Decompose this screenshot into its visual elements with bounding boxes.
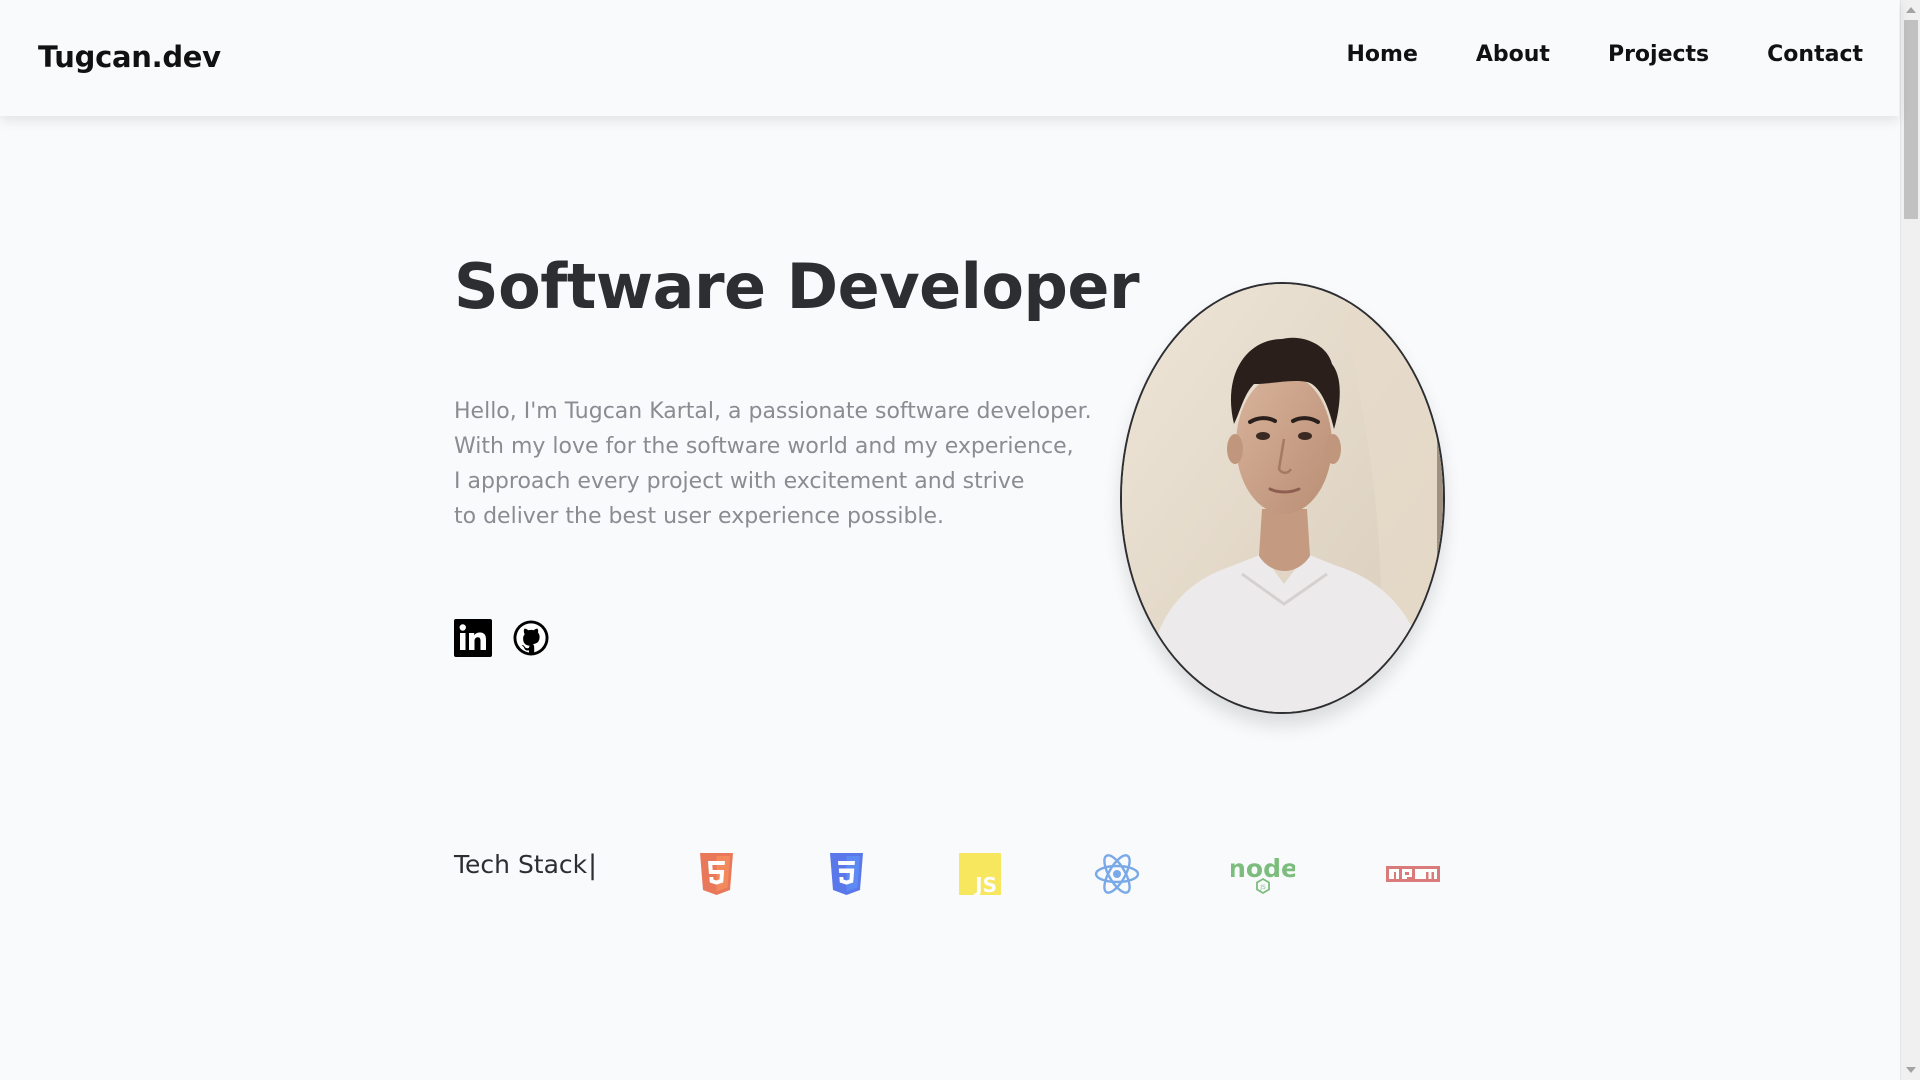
profile-photo (1120, 282, 1445, 714)
nav-contact-link[interactable]: Contact (1767, 42, 1863, 67)
site-logo[interactable]: Tugcan.dev (38, 40, 221, 74)
page-scrollbar[interactable] (1900, 0, 1920, 1080)
npm-icon (1386, 866, 1440, 882)
css3-icon (830, 853, 863, 895)
svg-text:JS: JS (1259, 884, 1266, 891)
page: Tugcan.dev Home About Projects Contact S… (0, 0, 1920, 1080)
nodejs-icon: node JS (1231, 854, 1295, 895)
social-links (454, 619, 550, 657)
github-icon[interactable] (512, 619, 550, 657)
hero-intro-line: Hello, I'm Tugcan Kartal, a passionate s… (454, 399, 1092, 424)
svg-text:JS: JS (973, 873, 997, 896)
hero-intro-line: With my love for the software world and … (454, 434, 1074, 459)
hero-intro-line: I approach every project with excitement… (454, 469, 1025, 494)
scroll-down-icon[interactable] (1906, 1067, 1916, 1073)
hero-intro-line: to deliver the best user experience poss… (454, 504, 945, 529)
scroll-up-icon[interactable] (1906, 7, 1916, 13)
tech-stack-label: Tech Stack (454, 850, 588, 879)
nav-about-link[interactable]: About (1476, 42, 1550, 67)
linkedin-icon[interactable] (454, 619, 492, 657)
scrollbar-thumb[interactable] (1904, 20, 1918, 219)
hero-title: Software Developer (454, 250, 1140, 323)
react-icon (1094, 854, 1140, 894)
nav-projects-link[interactable]: Projects (1608, 42, 1709, 67)
html5-icon (700, 853, 733, 895)
site-header: Tugcan.dev Home About Projects Contact (0, 0, 1899, 116)
main-nav: Home About Projects Contact (1289, 42, 1864, 67)
javascript-icon: JS (959, 853, 1001, 896)
tech-stack-separator: | (588, 850, 598, 881)
nav-home-link[interactable]: Home (1347, 42, 1418, 67)
profile-illustration (1122, 284, 1443, 712)
hero-intro: Hello, I'm Tugcan Kartal, a passionate s… (454, 394, 1092, 534)
